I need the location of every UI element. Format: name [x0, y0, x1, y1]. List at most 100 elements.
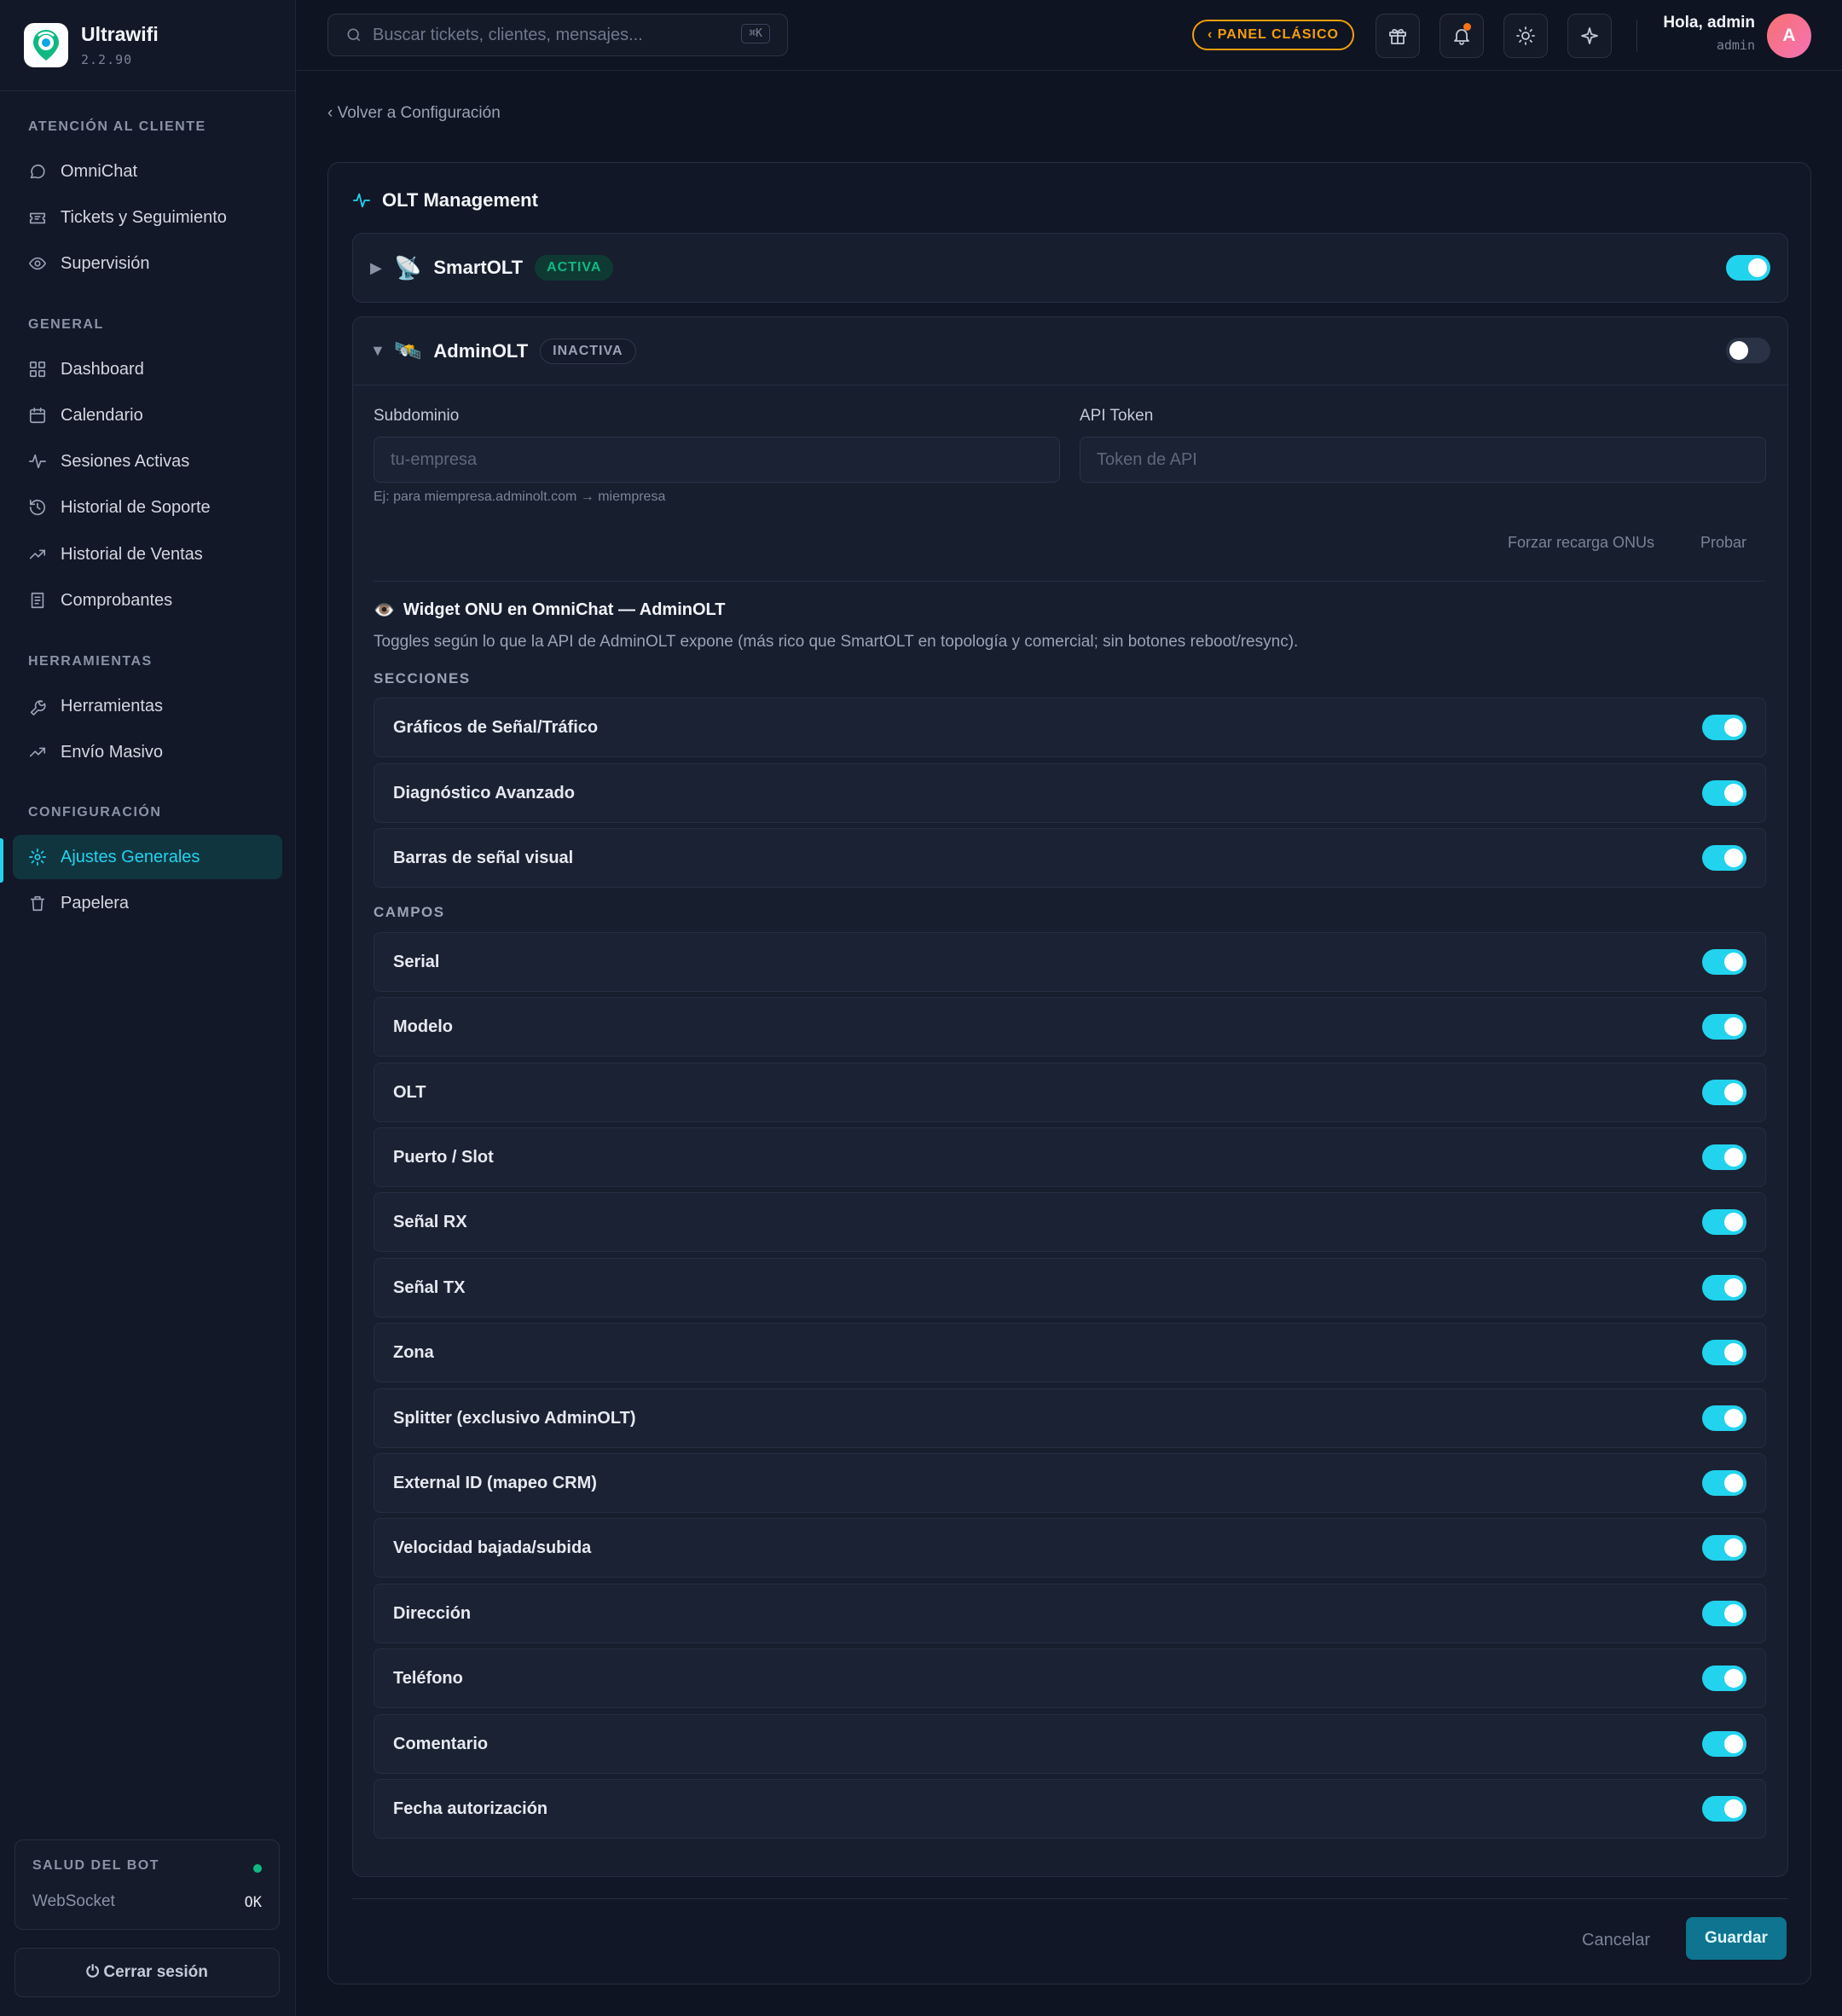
provider-settings: Subdominio tu-empresa Ej: para miempresa… — [353, 385, 1787, 1877]
toggle-label: Fecha autorización — [393, 1799, 548, 1818]
field-toggle[interactable] — [1702, 1796, 1746, 1822]
status-badge: ACTIVA — [535, 255, 614, 281]
logout-button[interactable]: ⏻ Cerrar sesión — [14, 1948, 280, 1997]
sidebar-item-calendario[interactable]: Calendario — [13, 393, 282, 437]
sidebar-item-sesiones[interactable]: Sesiones Activas — [13, 439, 282, 484]
search-input[interactable]: Buscar tickets, clientes, mensajes... ⌘K — [327, 14, 788, 56]
sections-group-title: SECCIONES — [374, 670, 471, 686]
field-toggle[interactable] — [1702, 1731, 1746, 1757]
gift-button[interactable] — [1376, 14, 1420, 58]
eye-icon — [29, 257, 46, 270]
sidebar-item-label: Comprobantes — [61, 590, 173, 610]
api-token-input[interactable]: Token de API — [1080, 437, 1766, 483]
gift-icon — [1389, 28, 1406, 44]
field-toggle[interactable] — [1702, 1470, 1746, 1496]
toggle-label: Puerto / Slot — [393, 1147, 494, 1167]
section-toggle-row: Barras de señal visual — [374, 828, 1766, 888]
field-toggle-row: Puerto / Slot — [374, 1127, 1766, 1187]
field-toggle[interactable] — [1702, 1209, 1746, 1235]
bot-health-panel: SALUD DEL BOT WebSocket OK — [14, 1839, 280, 1930]
sidebar-item-omnichat[interactable]: OmniChat — [13, 149, 282, 194]
card-title: OLT Management — [352, 189, 538, 211]
ai-button[interactable] — [1567, 14, 1612, 58]
collapse-caret-icon[interactable]: ▼ — [370, 342, 394, 360]
api-token-label: API Token — [1080, 407, 1154, 425]
sidebar-item-comprobantes[interactable]: Comprobantes — [13, 578, 282, 623]
sidebar-item-historial-soporte[interactable]: Historial de Soporte — [13, 485, 282, 530]
sidebar-item-label: Herramientas — [61, 696, 164, 715]
field-toggle[interactable] — [1702, 1144, 1746, 1170]
sidebar-item-papelera[interactable]: Papelera — [13, 881, 282, 925]
section-toggle[interactable] — [1702, 715, 1746, 740]
notification-dot — [1463, 23, 1471, 31]
trash-icon — [30, 895, 45, 912]
fields-group-title: CAMPOS — [374, 904, 445, 920]
field-toggle-row: Serial — [374, 932, 1766, 992]
avatar[interactable]: A — [1767, 14, 1811, 58]
sidebar-item-ajustes-generales[interactable]: Ajustes Generales — [13, 835, 282, 879]
field-toggle[interactable] — [1702, 1535, 1746, 1561]
health-status-dot — [253, 1864, 262, 1873]
toggle-label: External ID (mapeo CRM) — [393, 1473, 597, 1492]
sidebar-item-envio-masivo[interactable]: Envío Masivo — [13, 730, 282, 774]
section-toggle[interactable] — [1702, 780, 1746, 806]
sidebar-item-herramientas[interactable]: Herramientas — [13, 684, 282, 728]
force-reload-onus-button[interactable]: Forzar recarga ONUs — [1508, 534, 1654, 552]
divider — [374, 581, 1766, 582]
field-toggle-row: Señal TX — [374, 1258, 1766, 1318]
provider-header[interactable]: ▼ 🛰️ AdminOLT INACTIVA — [353, 317, 1787, 385]
brand-name: Ultrawifi — [81, 23, 159, 45]
field-toggle-row: OLT — [374, 1063, 1766, 1122]
field-toggle[interactable] — [1702, 1601, 1746, 1626]
toggle-label: Señal RX — [393, 1212, 467, 1231]
field-toggle[interactable] — [1702, 1080, 1746, 1105]
section-title-configuracion: CONFIGURACIÓN — [28, 805, 162, 820]
field-toggle-row: Splitter (exclusivo AdminOLT) — [374, 1388, 1766, 1448]
save-button[interactable]: Guardar — [1686, 1917, 1787, 1960]
toggle-label: Barras de señal visual — [393, 848, 574, 867]
field-toggle[interactable] — [1702, 1340, 1746, 1365]
sidebar-item-label: Supervisión — [61, 253, 150, 273]
sidebar-item-label: Historial de Ventas — [61, 544, 203, 564]
search-shortcut: ⌘K — [741, 24, 770, 43]
ticket-icon — [29, 212, 46, 224]
sidebar-item-dashboard[interactable]: Dashboard — [13, 347, 282, 391]
api-token-placeholder: Token de API — [1097, 449, 1197, 469]
sidebar-item-label: OmniChat — [61, 161, 138, 181]
toggle-label: Modelo — [393, 1017, 453, 1036]
classic-panel-button[interactable]: ‹ PANEL CLÁSICO — [1192, 20, 1354, 50]
expand-caret-icon[interactable]: ▶ — [370, 259, 394, 277]
section-toggle[interactable] — [1702, 845, 1746, 871]
test-connection-button[interactable]: Probar — [1700, 534, 1746, 552]
trend-icon — [29, 747, 46, 757]
field-toggle[interactable] — [1702, 1405, 1746, 1431]
field-toggle-row: Señal RX — [374, 1192, 1766, 1252]
provider-smartolt: ▶ 📡 SmartOLT ACTIVA — [352, 233, 1788, 303]
field-toggle[interactable] — [1702, 1275, 1746, 1301]
field-toggle-row: Fecha autorización — [374, 1779, 1766, 1839]
subdomain-input[interactable]: tu-empresa — [374, 437, 1060, 483]
theme-toggle-button[interactable] — [1503, 14, 1548, 58]
field-toggle[interactable] — [1702, 1666, 1746, 1691]
history-icon — [29, 499, 46, 516]
sidebar-item-label: Calendario — [61, 405, 143, 425]
back-to-config-link[interactable]: ‹ Volver a Configuración — [327, 104, 501, 123]
field-toggle[interactable] — [1702, 1014, 1746, 1040]
active-indicator — [0, 838, 3, 883]
widget-title-text: Widget ONU en OmniChat — AdminOLT — [403, 600, 726, 619]
provider-enable-toggle[interactable] — [1726, 255, 1770, 281]
websocket-label: WebSocket — [32, 1892, 115, 1910]
sidebar-item-tickets[interactable]: Tickets y Seguimiento — [13, 195, 282, 240]
subdomain-label: Subdominio — [374, 407, 460, 425]
sidebar-item-historial-ventas[interactable]: Historial de Ventas — [13, 532, 282, 576]
provider-name: AdminOLT — [433, 339, 529, 362]
user-info: Hola, admin admin — [1663, 14, 1755, 53]
provider-header[interactable]: ▶ 📡 SmartOLT ACTIVA — [353, 234, 1787, 302]
section-title-atencion: ATENCIÓN AL CLIENTE — [28, 119, 206, 134]
field-toggle[interactable] — [1702, 949, 1746, 975]
cancel-button[interactable]: Cancelar — [1582, 1931, 1650, 1950]
sidebar-item-supervision[interactable]: Supervisión — [13, 241, 282, 286]
widget-description: Toggles según lo que la API de AdminOLT … — [374, 633, 1299, 651]
notifications-button[interactable] — [1439, 14, 1484, 58]
provider-enable-toggle[interactable] — [1726, 338, 1770, 363]
